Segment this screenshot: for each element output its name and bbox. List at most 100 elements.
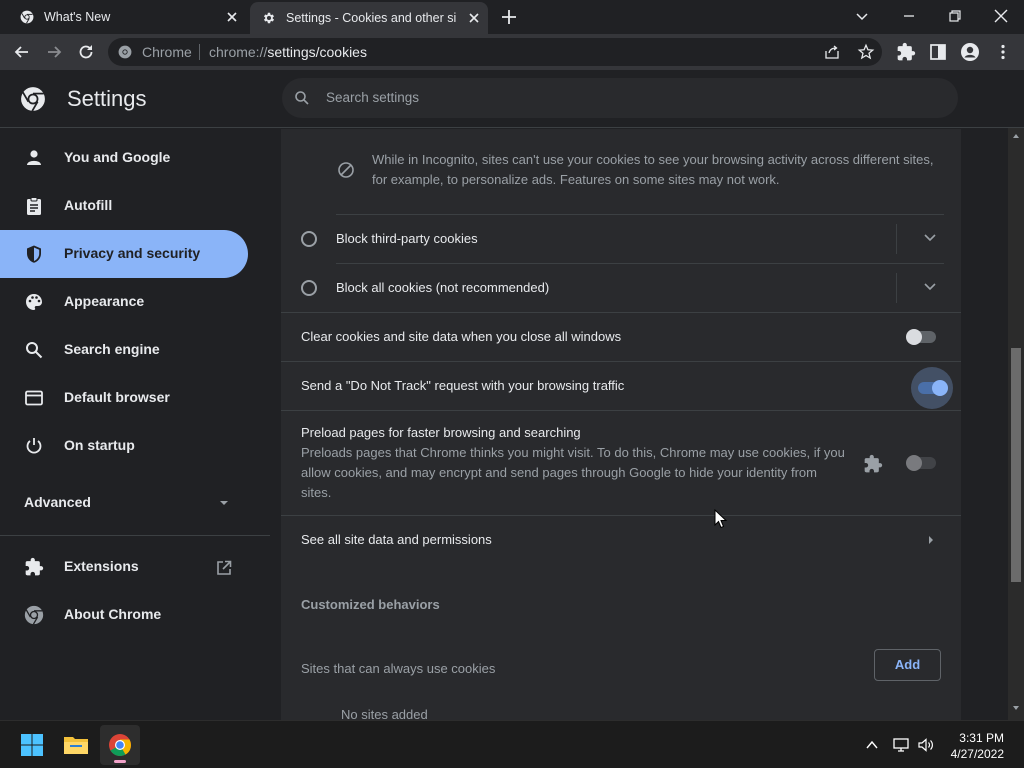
divider [336, 214, 944, 215]
divider [896, 224, 897, 254]
sidebar-item-search-engine[interactable]: Search engine [0, 326, 248, 374]
page-scrollbar[interactable] [1008, 128, 1024, 720]
sidebar-item-label: Appearance [64, 293, 145, 309]
preload-description-line-2: allow cookies, and may encrypt and send … [301, 465, 817, 480]
settings-header: Settings Search settings [0, 70, 1024, 128]
url-text: chrome://settings/cookies [209, 44, 367, 60]
block-third-party-radio[interactable] [301, 231, 317, 247]
reload-icon[interactable] [76, 42, 96, 62]
url-path: settings/cookies [267, 44, 367, 60]
sidebar-item-about-chrome[interactable]: About Chrome [0, 591, 248, 639]
tab-title: Settings - Cookies and other site [286, 11, 456, 25]
chrome-taskbar-icon[interactable] [100, 725, 140, 765]
windows-start-icon[interactable] [12, 725, 52, 765]
settings-sidebar: You and Google Autofill Privacy and secu… [0, 129, 270, 720]
restore-icon[interactable] [945, 6, 965, 26]
extension-controlled-puzzle-icon[interactable] [863, 454, 883, 474]
clock-date[interactable]: 4/27/2022 [940, 747, 1004, 761]
sidebar-item-label: Search engine [64, 341, 160, 357]
block-icon [337, 161, 355, 179]
sidebar-item-autofill[interactable]: Autofill [0, 182, 248, 230]
no-sites-added-text: No sites added [341, 707, 428, 720]
caret-down-icon[interactable] [218, 499, 230, 507]
url-scheme: chrome:// [209, 44, 268, 60]
tray-chevron-up-icon[interactable] [864, 737, 880, 753]
clear-on-close-toggle[interactable] [906, 329, 938, 345]
tab-settings[interactable]: Settings - Cookies and other site [250, 2, 488, 34]
sidebar-item-label: About Chrome [64, 606, 162, 622]
sidebar-item-on-startup[interactable]: On startup [0, 422, 248, 470]
open-in-new-icon[interactable] [215, 559, 233, 577]
sidebar-item-default-browser[interactable]: Default browser [0, 374, 248, 422]
windows-taskbar: 3:31 PM 4/27/2022 [0, 720, 1024, 768]
do-not-track-toggle[interactable] [916, 380, 948, 396]
search-settings-input[interactable]: Search settings [282, 78, 958, 118]
sidebar-advanced-toggle[interactable]: Advanced [24, 494, 91, 510]
expand-chevron-down-icon[interactable] [923, 233, 937, 243]
sidebar-item-extensions[interactable]: Extensions [0, 543, 248, 591]
gear-icon [262, 11, 276, 25]
preload-description-line-3: sites. [301, 485, 332, 500]
sidebar-item-label: Default browser [64, 389, 170, 405]
scroll-up-arrow-icon[interactable] [1012, 132, 1020, 140]
power-icon [24, 436, 44, 456]
shield-icon [24, 244, 44, 264]
clipboard-icon [24, 196, 44, 216]
active-app-indicator [114, 760, 126, 763]
tab-search-chevron-down-icon[interactable] [852, 6, 872, 26]
address-bar[interactable]: Chrome chrome://settings/cookies [108, 38, 882, 66]
preload-toggle[interactable] [906, 455, 938, 471]
file-explorer-folder-icon[interactable] [56, 725, 96, 765]
share-icon[interactable] [824, 44, 840, 60]
sidebar-divider [0, 535, 270, 536]
browser-toolbar: Chrome chrome://settings/cookies [0, 34, 1024, 70]
divider [281, 410, 961, 411]
omnibox-divider [199, 44, 200, 60]
cookies-settings-card: While in Incognito, sites can't use your… [281, 129, 961, 720]
mouse-cursor-icon [714, 509, 728, 529]
expand-chevron-down-icon[interactable] [923, 282, 937, 292]
divider [281, 312, 961, 313]
block-all-cookies-radio[interactable] [301, 280, 317, 296]
always-use-cookies-label: Sites that can always use cookies [301, 661, 496, 676]
forward-arrow-icon[interactable] [44, 42, 64, 62]
block-third-party-label: Block third-party cookies [336, 231, 478, 246]
tab-whats-new[interactable]: What's New [8, 0, 246, 34]
chrome-logo-icon [20, 86, 46, 112]
browser-window-icon [24, 388, 44, 408]
arrow-right-icon[interactable] [927, 534, 935, 546]
sidebar-item-privacy-and-security[interactable]: Privacy and security [0, 230, 248, 278]
extensions-puzzle-icon[interactable] [896, 42, 916, 62]
sidebar-item-label: Autofill [64, 197, 113, 213]
divider [336, 263, 944, 264]
omnibox-chip-label: Chrome [142, 44, 192, 60]
close-tab-icon[interactable] [466, 10, 482, 26]
volume-icon[interactable] [917, 736, 935, 754]
sidebar-item-appearance[interactable]: Appearance [0, 278, 248, 326]
close-window-icon[interactable] [991, 6, 1011, 26]
back-arrow-icon[interactable] [12, 42, 32, 62]
minimize-icon[interactable] [899, 6, 919, 26]
add-site-button[interactable]: Add [874, 649, 941, 681]
sidebar-item-you-and-google[interactable]: You and Google [0, 134, 248, 182]
side-panel-icon[interactable] [928, 42, 948, 62]
bookmark-star-icon[interactable] [857, 43, 875, 61]
network-icon[interactable] [892, 736, 910, 754]
incognito-note-line-2: for example, to personalize ads. Feature… [372, 172, 780, 187]
chrome-favicon-icon [20, 10, 34, 24]
more-menu-icon[interactable] [993, 42, 1013, 62]
chrome-logo-icon [24, 605, 44, 625]
sidebar-item-label: On startup [64, 437, 135, 453]
search-placeholder: Search settings [326, 90, 420, 105]
clear-on-close-label: Clear cookies and site data when you clo… [301, 329, 622, 344]
clock-time[interactable]: 3:31 PM [950, 731, 1004, 745]
profile-avatar-icon[interactable] [960, 42, 980, 62]
search-icon [24, 340, 44, 360]
divider [281, 361, 961, 362]
see-all-site-data-link[interactable]: See all site data and permissions [301, 532, 492, 547]
new-tab-plus-icon[interactable] [500, 8, 518, 26]
close-tab-icon[interactable] [224, 9, 240, 25]
customized-behaviors-heading: Customized behaviors [301, 597, 440, 612]
scrollbar-thumb[interactable] [1011, 348, 1021, 582]
scroll-down-arrow-icon[interactable] [1012, 704, 1020, 712]
